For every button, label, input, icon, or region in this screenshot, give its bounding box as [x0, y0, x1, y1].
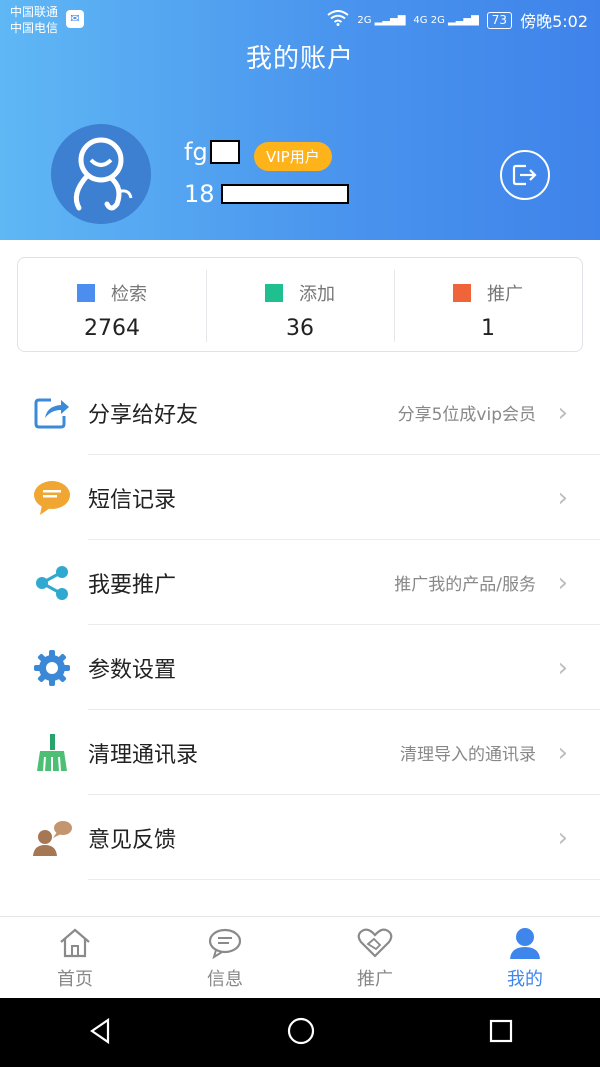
stat-label: 推广 — [487, 284, 523, 305]
stat-value: 36 — [286, 316, 314, 341]
user-icon — [450, 925, 600, 961]
app-notification-icon: ✉ — [66, 10, 84, 28]
home-circle-icon[interactable] — [286, 1016, 316, 1050]
carrier-line2: 中国电信 — [10, 21, 59, 35]
menu-hint: 推广我的产品/服务 — [394, 575, 536, 595]
vip-badge: VIP用户 — [254, 142, 332, 171]
tab-mine[interactable]: 我的 — [450, 917, 600, 998]
menu-item-share[interactable]: 分享给好友 分享5位成vip会员 › — [0, 370, 600, 455]
broom-icon — [32, 734, 72, 772]
status-icons: 2G ▂▃▅▇ 4G 2G ▂▃▅▇ 73 傍晚5:02 — [327, 8, 588, 32]
battery-indicator: 73 — [486, 11, 513, 29]
stat-value: 2764 — [84, 316, 140, 341]
share-nodes-icon — [32, 564, 72, 602]
home-icon — [0, 925, 150, 961]
chevron-right-icon: › — [557, 397, 568, 428]
back-icon[interactable] — [86, 1017, 114, 1049]
signal-2-icon: 4G 2G ▂▃▅▇ — [413, 14, 479, 26]
status-bar: 中国联通 中国电信 ✉ 2G ▂▃▅▇ 4G 2G ▂▃▅▇ 73 傍晚5:02 — [0, 0, 600, 40]
chat-icon — [150, 925, 300, 961]
promotion-swatch — [453, 284, 471, 302]
signal-1-icon: 2G ▂▃▅▇ — [357, 14, 406, 26]
carrier-line1: 中国联通 — [10, 5, 59, 19]
menu-label: 意见反馈 — [88, 827, 177, 853]
system-nav-bar — [0, 998, 600, 1067]
share-icon — [32, 394, 72, 432]
bottom-nav: 首页 信息 推广 我的 — [0, 916, 600, 998]
stat-added[interactable]: 添加 36 — [206, 258, 394, 351]
page-title: 我的账户 — [245, 44, 354, 74]
chevron-right-icon: › — [557, 737, 568, 768]
chevron-right-icon: › — [557, 822, 568, 853]
menu-hint: 清理导入的通讯录 — [400, 745, 536, 765]
tab-messages[interactable]: 信息 — [150, 917, 300, 998]
tab-label: 推广 — [357, 969, 393, 990]
menu-label: 分享给好友 — [88, 402, 199, 428]
stats-card: 检索 2764 添加 36 推广 1 — [17, 257, 583, 352]
tab-label: 我的 — [507, 969, 543, 990]
tab-promote[interactable]: 推广 — [300, 917, 450, 998]
menu-item-sms-records[interactable]: 短信记录 › — [0, 455, 600, 540]
stat-promotion[interactable]: 推广 1 — [394, 258, 582, 351]
phone-number: 18 — [184, 180, 349, 208]
menu-hint: 分享5位成vip会员 — [397, 405, 536, 425]
handshake-heart-icon — [300, 925, 450, 961]
username-text: fg — [184, 138, 208, 166]
menu-item-feedback[interactable]: 意见反馈 › — [0, 795, 600, 880]
tab-label: 信息 — [207, 969, 243, 990]
menu-item-clean-contacts[interactable]: 清理通讯录 清理导入的通讯录 › — [0, 710, 600, 795]
menu-item-promote[interactable]: 我要推广 推广我的产品/服务 › — [0, 540, 600, 625]
stat-search[interactable]: 检索 2764 — [18, 258, 206, 351]
menu-item-settings[interactable]: 参数设置 › — [0, 625, 600, 710]
recents-icon[interactable] — [488, 1018, 514, 1048]
chevron-right-icon: › — [557, 652, 568, 683]
feedback-person-icon — [32, 819, 72, 857]
stat-label: 添加 — [299, 284, 335, 305]
carrier-info: 中国联通 中国电信 — [10, 4, 58, 36]
clock: 傍晚5:02 — [520, 12, 588, 31]
menu-list: 分享给好友 分享5位成vip会员 › 短信记录 › 我要推广 推广我的产品/服务… — [0, 370, 600, 880]
tab-home[interactable]: 首页 — [0, 917, 150, 998]
menu-label: 我要推广 — [88, 572, 177, 598]
tab-label: 首页 — [57, 969, 93, 990]
exit-icon — [512, 164, 537, 186]
menu-label: 参数设置 — [88, 657, 177, 683]
message-bubble-icon — [32, 479, 72, 517]
logout-button[interactable] — [500, 150, 550, 200]
profile-header: 中国联通 中国电信 ✉ 2G ▂▃▅▇ 4G 2G ▂▃▅▇ 73 傍晚5:02… — [0, 0, 600, 240]
gear-icon — [32, 649, 72, 687]
menu-label: 短信记录 — [88, 487, 177, 513]
wifi-icon — [327, 10, 349, 30]
phone-text: 18 — [184, 180, 215, 208]
stat-value: 1 — [481, 316, 495, 341]
avatar-figure-icon — [73, 137, 133, 211]
added-swatch — [265, 284, 283, 302]
redaction-box — [209, 140, 240, 164]
menu-label: 清理通讯录 — [88, 742, 199, 768]
redaction-box — [220, 184, 349, 204]
chevron-right-icon: › — [557, 482, 568, 513]
username: fg — [184, 138, 240, 166]
search-swatch — [77, 284, 95, 302]
stat-label: 检索 — [111, 284, 147, 305]
chevron-right-icon: › — [557, 567, 568, 598]
avatar[interactable] — [51, 124, 151, 224]
